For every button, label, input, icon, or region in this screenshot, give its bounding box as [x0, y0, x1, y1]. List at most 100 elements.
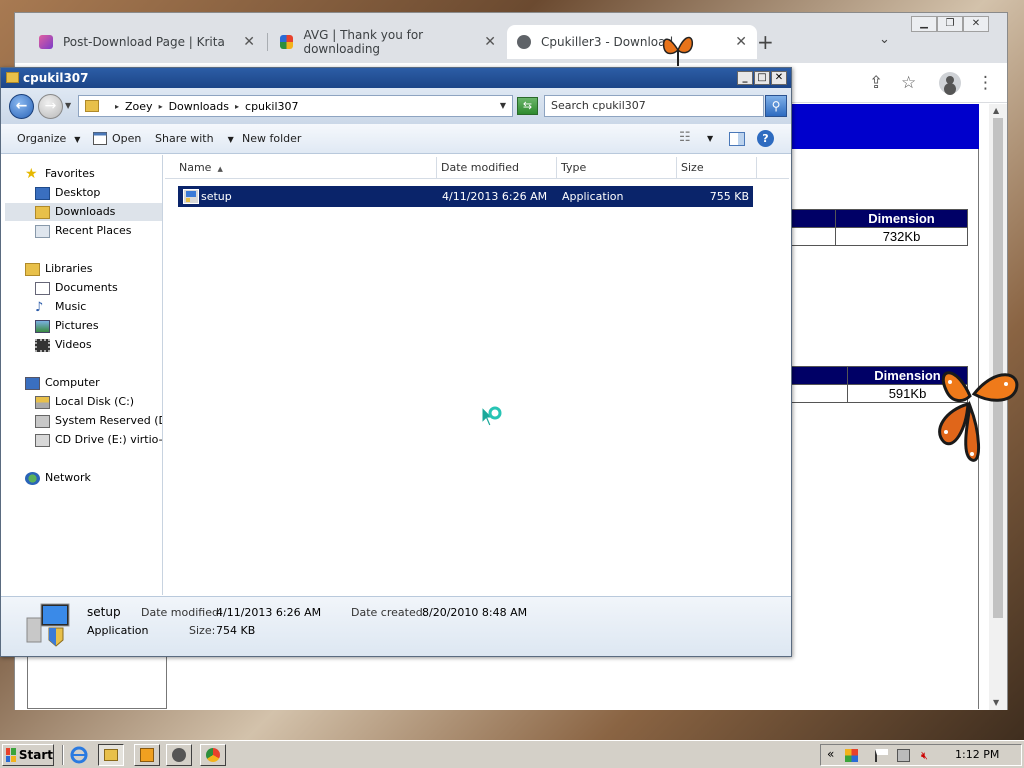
table-header: Dimension [835, 209, 968, 228]
nav-local-disk[interactable]: Local Disk (C:) [35, 393, 134, 411]
tab-search-chevron-icon[interactable]: ⌄ [879, 32, 890, 47]
details-date-modified-label: Date modified: [141, 606, 223, 619]
column-header-date-modified[interactable]: Date modified [437, 157, 557, 179]
breadcrumb-item[interactable]: cpukil307 [245, 100, 298, 113]
explorer-folder-icon [104, 749, 118, 761]
disk-drive-icon [35, 395, 50, 409]
volume-muted-icon[interactable]: 🔇︎ [921, 749, 934, 762]
new-folder-button[interactable]: New folder [242, 132, 301, 145]
tab-krita[interactable]: Post-Download Page | Krita ✕ [29, 25, 265, 59]
address-dropdown-icon[interactable]: ▼ [500, 101, 506, 110]
close-button[interactable]: ✕ [771, 71, 787, 85]
avg-tray-icon[interactable] [845, 749, 858, 762]
nav-music[interactable]: ♪ Music [35, 298, 86, 316]
pictures-icon [35, 319, 50, 333]
start-button[interactable]: Start [2, 744, 54, 766]
view-options-icon[interactable]: ☷ [679, 130, 691, 145]
nav-desktop[interactable]: Desktop [35, 184, 100, 202]
breadcrumb-chevron-icon[interactable]: ▸ [159, 102, 163, 111]
browser-maximize-button[interactable]: ❐ [937, 16, 963, 32]
system-tray: « 🔇︎ 1:12 PM [820, 744, 1022, 766]
maximize-button[interactable]: □ [754, 71, 770, 85]
profile-avatar-icon[interactable] [939, 72, 961, 94]
nav-downloads[interactable]: Downloads [5, 203, 162, 221]
network-tray-icon[interactable] [897, 749, 910, 762]
tab-avg[interactable]: AVG | Thank you for downloading ✕ [270, 25, 506, 59]
column-header-name[interactable]: Name ▲ [165, 157, 437, 179]
kebab-menu-icon[interactable]: ⋮ [977, 73, 994, 93]
nav-cd-drive[interactable]: CD Drive (E:) virtio-win [35, 431, 162, 449]
nav-videos[interactable]: Videos [35, 336, 92, 354]
downloads-folder-icon [35, 205, 50, 219]
new-tab-button[interactable]: + [757, 30, 774, 54]
scroll-down-arrow-icon[interactable]: ▼ [993, 698, 999, 707]
browser-tab-strip: ▁ ❐ ✕ Post-Download Page | Krita ✕ AVG |… [15, 13, 1007, 63]
file-row-setup[interactable]: setup 4/11/2013 6:26 AM Application 755 … [178, 186, 753, 207]
browser-minimize-button[interactable]: ▁ [911, 16, 937, 32]
internet-explorer-icon[interactable] [70, 746, 88, 764]
organize-label: Organize [17, 132, 67, 145]
tab-close-icon[interactable]: ✕ [484, 34, 496, 50]
tab-title: Cpukiller3 - Download [541, 35, 674, 49]
nav-recent-places[interactable]: Recent Places [35, 222, 132, 240]
tab-cpukiller[interactable]: Cpukiller3 - Download ✕ [507, 25, 757, 59]
butterfly-icon [938, 371, 1019, 462]
view-dropdown-icon[interactable]: ▼ [707, 134, 713, 143]
file-date-modified: 4/11/2013 6:26 AM [442, 190, 548, 203]
share-with-button[interactable]: Share with ▼ [155, 132, 234, 145]
share-icon[interactable]: ⇪ [869, 73, 883, 93]
butterfly-icon [662, 36, 694, 66]
address-bar[interactable]: ▸ Zoey ▸ Downloads ▸ cpukil307 ▼ [78, 95, 513, 117]
action-center-flag-icon[interactable] [875, 749, 888, 762]
recent-pages-dropdown-icon[interactable]: ▼ [65, 101, 71, 110]
organize-button[interactable]: Organize ▼ [17, 132, 80, 145]
breadcrumb-item[interactable]: Downloads [169, 100, 229, 113]
minimize-button[interactable]: _ [737, 71, 753, 85]
explorer-title-bar[interactable]: cpukil307 _ □ ✕ [1, 68, 791, 88]
busy-cursor-icon [481, 406, 502, 427]
tab-close-icon[interactable]: ✕ [735, 34, 747, 50]
nav-documents[interactable]: Documents [35, 279, 118, 297]
nav-favorites[interactable]: ★ Favorites [25, 165, 95, 183]
column-header-type[interactable]: Type [557, 157, 677, 179]
forward-button[interactable]: → [38, 94, 63, 119]
bookmark-star-icon[interactable]: ☆ [901, 73, 916, 93]
column-header-size[interactable]: Size [677, 157, 757, 179]
back-button[interactable]: ← [9, 94, 34, 119]
taskbar-media-player-button[interactable] [134, 744, 160, 766]
breadcrumb-item[interactable]: Zoey [125, 100, 153, 113]
nav-system-reserved[interactable]: System Reserved (D:) [35, 412, 162, 430]
help-icon[interactable]: ? [757, 130, 774, 147]
preview-pane-icon[interactable] [729, 132, 745, 146]
taskbar-chrome-button[interactable] [200, 744, 226, 766]
breadcrumb-chevron-icon[interactable]: ▸ [115, 102, 119, 111]
tab-close-icon[interactable]: ✕ [243, 34, 255, 50]
details-date-created: 8/20/2010 8:48 AM [422, 606, 528, 619]
search-input[interactable]: Search cpukil307 [544, 95, 764, 117]
details-date-modified: 4/11/2013 6:26 AM [216, 606, 322, 619]
folder-icon [6, 72, 19, 83]
nav-pictures[interactable]: Pictures [35, 317, 99, 335]
nav-label: Pictures [55, 319, 99, 332]
nav-libraries[interactable]: Libraries [25, 260, 93, 278]
nav-computer[interactable]: Computer [25, 374, 100, 392]
nav-network[interactable]: Network [25, 469, 91, 487]
refresh-button[interactable]: ⇆ [517, 97, 538, 115]
search-icon[interactable]: ⚲ [765, 95, 787, 117]
nav-label: Videos [55, 338, 92, 351]
command-bar: Organize ▼ Open Share with ▼ New folder ☷ … [1, 124, 791, 154]
videos-icon [35, 338, 50, 352]
sort-ascending-icon: ▲ [217, 165, 223, 173]
open-button[interactable]: Open [112, 132, 141, 145]
download-info-table-1: Dimension 732Kb [785, 209, 968, 246]
browser-close-button[interactable]: ✕ [963, 16, 989, 32]
table-cell-size: 732Kb [835, 227, 968, 246]
breadcrumb-chevron-icon[interactable]: ▸ [235, 102, 239, 111]
taskbar-app-button[interactable] [166, 744, 192, 766]
taskbar-clock[interactable]: 1:12 PM [955, 748, 999, 761]
column-label: Name [179, 161, 212, 174]
show-hidden-icons-button[interactable]: « [827, 747, 834, 761]
scroll-up-arrow-icon[interactable]: ▲ [993, 106, 999, 115]
nav-label: Favorites [45, 167, 95, 180]
taskbar-explorer-button[interactable] [98, 744, 124, 766]
